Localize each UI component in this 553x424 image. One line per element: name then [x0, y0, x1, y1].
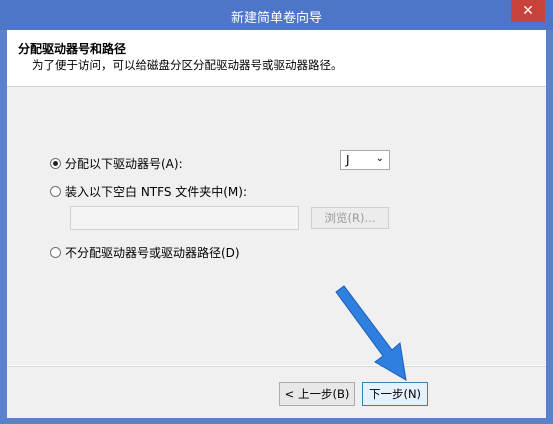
arrow-shape — [335, 285, 407, 381]
annotation-arrow-icon — [335, 285, 407, 381]
